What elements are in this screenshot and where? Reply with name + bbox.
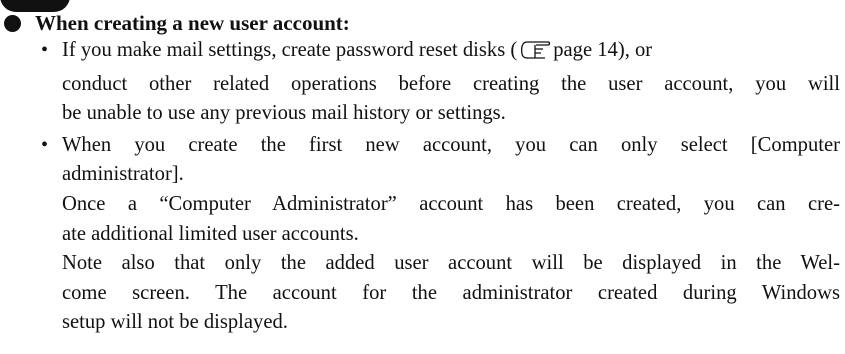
item2-line1: When you create the first new account, y… (62, 133, 840, 156)
notes-list: • If you make mail settings, create pass… (40, 36, 840, 340)
manual-page: When creating a new user account: • If y… (0, 0, 845, 354)
item1-line3: be unable to use any previous mail histo… (62, 102, 506, 125)
heading-text: When creating a new user account: (35, 11, 350, 35)
list-item: • If you make mail settings, create pass… (40, 36, 840, 129)
bullet-icon: • (41, 39, 49, 61)
pointing-hand-icon (519, 40, 551, 70)
item2-line3: Once a “Computer Administrator” account … (62, 192, 840, 215)
item2-line5: Note also that only the added user accou… (62, 252, 840, 275)
heading-bullet-icon (4, 14, 21, 32)
list-item: • When you create the first new account,… (40, 131, 840, 338)
item1-text-part1: If you make mail settings, create passwo… (62, 39, 518, 61)
bullet-icon: • (41, 133, 49, 156)
item2-line2: administrator]. (62, 163, 184, 186)
section-heading: When creating a new user account: (4, 10, 350, 36)
item1-line1: If you make mail settings, create passwo… (62, 36, 840, 70)
item2-line7: setup will not be displayed. (62, 311, 288, 334)
item2-line4: ate additional limited user accounts. (62, 222, 359, 245)
item1-line2: conduct other related operations before … (62, 72, 840, 95)
page-reference[interactable]: page 14), or (553, 39, 652, 61)
item2-line6: come screen. The account for the adminis… (62, 281, 840, 304)
